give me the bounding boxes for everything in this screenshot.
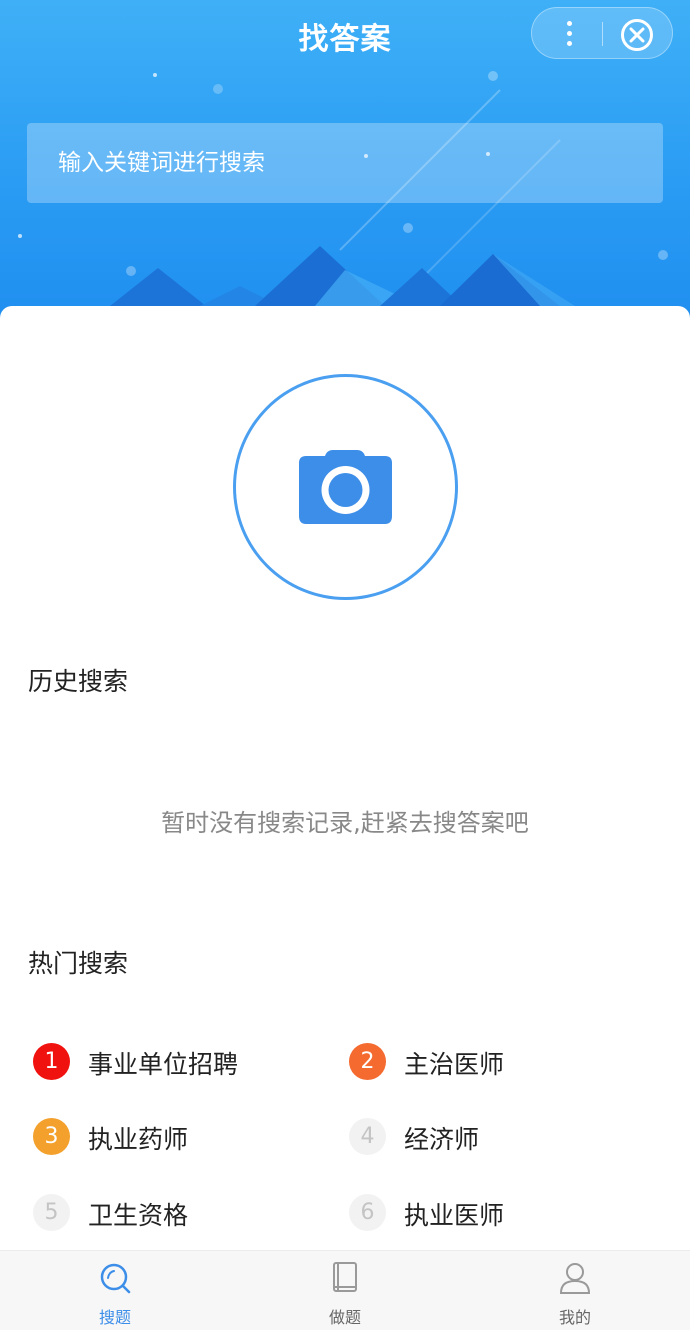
rank-badge: 6 xyxy=(349,1194,386,1231)
hot-item-label: 事业单位招聘 xyxy=(88,1050,239,1079)
capsule-divider xyxy=(602,22,603,46)
tab-label: 做题 xyxy=(328,1308,361,1327)
hot-item-label: 执业医师 xyxy=(404,1201,505,1230)
camera-icon xyxy=(299,450,392,524)
mini-program-capsule xyxy=(531,7,673,59)
book-icon xyxy=(333,1262,357,1292)
hot-item-5[interactable]: 5 卫生资格 xyxy=(33,1191,333,1235)
hot-item-4[interactable]: 4 经济师 xyxy=(349,1115,649,1159)
hot-item-1[interactable]: 1 事业单位招聘 xyxy=(33,1040,333,1084)
more-icon xyxy=(567,21,572,26)
tab-profile[interactable]: 我的 xyxy=(460,1251,690,1330)
rank-badge: 3 xyxy=(33,1118,70,1155)
hot-item-2[interactable]: 2 主治医师 xyxy=(349,1040,649,1084)
more-menu-button[interactable] xyxy=(554,18,584,50)
rank-badge: 2 xyxy=(349,1043,386,1080)
search-icon xyxy=(100,1263,131,1294)
hot-item-6[interactable]: 6 执业医师 xyxy=(349,1191,649,1235)
hot-item-label: 主治医师 xyxy=(404,1050,505,1079)
hot-item-label: 经济师 xyxy=(404,1125,480,1154)
hot-item-label: 执业药师 xyxy=(88,1125,189,1154)
rank-badge: 5 xyxy=(33,1194,70,1231)
more-icon xyxy=(567,41,572,46)
rank-badge: 4 xyxy=(349,1118,386,1155)
search-input[interactable]: 输入关键词进行搜索 xyxy=(27,123,663,203)
hot-item-label: 卫生资格 xyxy=(88,1201,189,1230)
tab-label: 搜题 xyxy=(98,1308,131,1327)
history-title: 历史搜索 xyxy=(28,667,129,696)
rank-badge: 1 xyxy=(33,1043,70,1080)
tab-practice[interactable]: 做题 xyxy=(230,1251,460,1330)
close-button[interactable] xyxy=(620,18,654,52)
hot-title: 热门搜索 xyxy=(28,949,129,978)
user-icon xyxy=(559,1263,591,1294)
tab-search[interactable]: 搜题 xyxy=(0,1251,230,1330)
close-icon xyxy=(621,19,653,51)
more-icon xyxy=(567,31,572,36)
photo-search-button[interactable] xyxy=(233,374,458,600)
hot-item-3[interactable]: 3 执业药师 xyxy=(33,1115,333,1159)
tab-label: 我的 xyxy=(558,1308,591,1327)
history-empty-text: 暂时没有搜索记录,赶紧去搜答案吧 xyxy=(161,809,529,837)
bottom-tab-bar: 搜题 做题 我的 xyxy=(0,1250,690,1330)
